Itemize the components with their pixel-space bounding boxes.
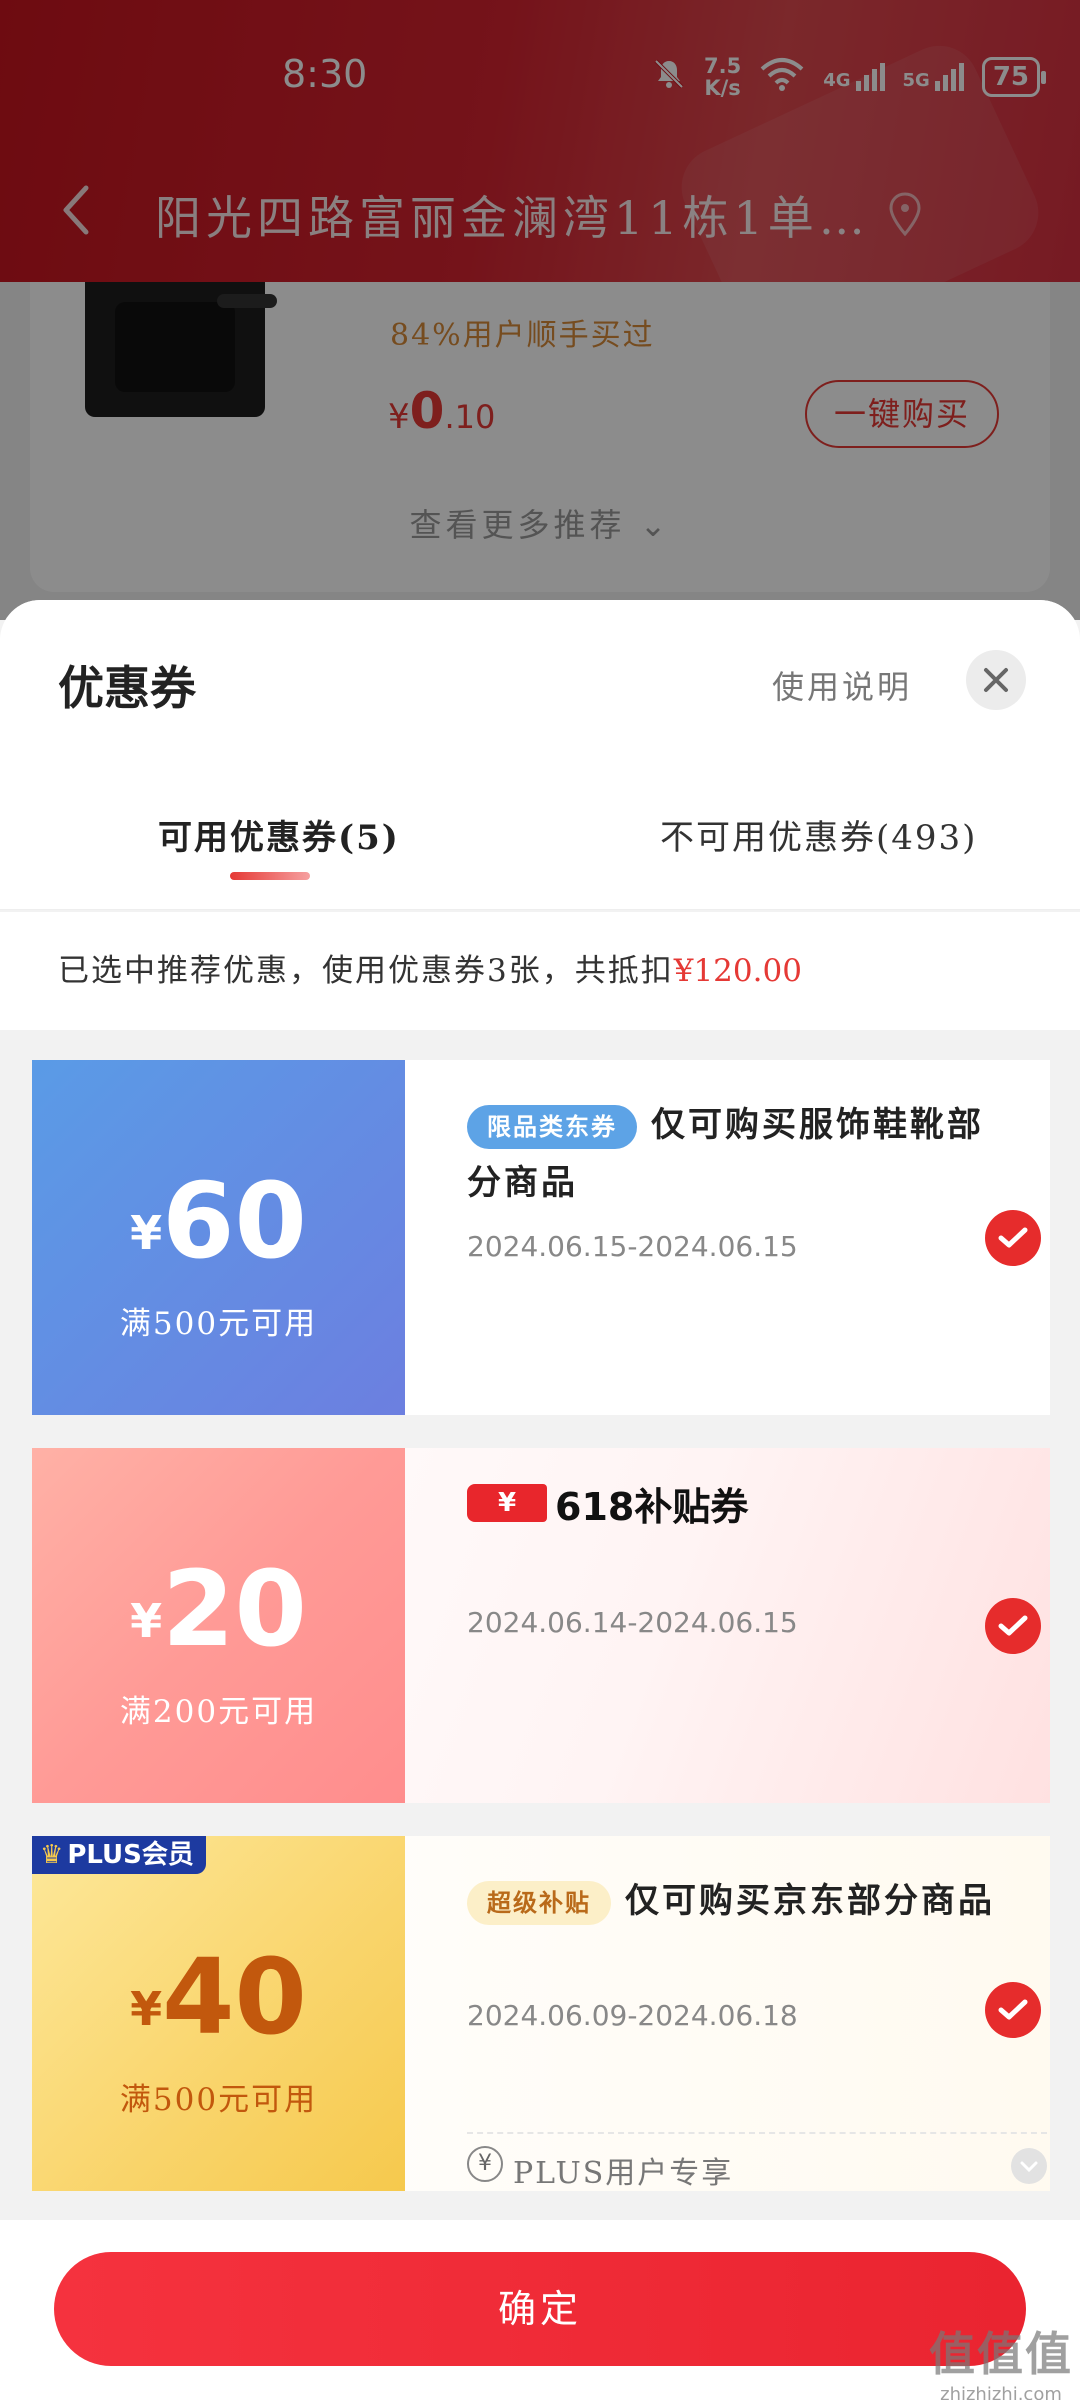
checkmark-icon <box>998 1227 1028 1248</box>
coupon-card[interactable]: ♛ PLUS会员 ¥40 满500元可用 超级补贴 仅可购买京东部分商品 2024.… <box>32 1836 1050 2191</box>
coupon-condition: 满500元可用 <box>119 2082 318 2118</box>
coupon-checkbox[interactable] <box>985 1982 1041 2038</box>
coupon-currency: ¥ <box>130 1206 163 1260</box>
selection-summary: 已选中推荐优惠，使用优惠券3张，共抵扣¥120.00 <box>0 912 1080 1030</box>
watermark: 值值值 zhizhizhi.com <box>926 2318 1076 2400</box>
coupon-value: 20 <box>162 1548 307 1670</box>
yen-badge-icon: ¥ <box>467 1484 547 1522</box>
coupon-amount: ¥20 <box>32 1548 405 1670</box>
crown-icon: ♛ <box>40 1840 64 1870</box>
plus-member-label: PLUS会员 <box>67 1840 194 1870</box>
confirm-button[interactable]: 确定 <box>54 2252 1026 2366</box>
coupon-title: 超级补贴 仅可购买京东部分商品 <box>467 1872 1007 1930</box>
coupon-card[interactable]: ¥60 满500元可用 限品类东券 仅可购买服饰鞋靴部分商品 2024.06.15… <box>32 1060 1050 1415</box>
dim-overlay[interactable] <box>0 0 1080 620</box>
watermark-logo: 值值值 <box>929 2327 1073 2381</box>
coupon-footer: ¥ PLUS用户专享 <box>467 2132 1047 2191</box>
close-button[interactable] <box>966 650 1026 710</box>
checkmark-icon <box>998 1615 1028 1636</box>
sheet-title: 优惠券 <box>58 661 196 715</box>
coupon-dates: 2024.06.15-2024.06.15 <box>467 1230 798 1263</box>
close-icon <box>984 668 1008 692</box>
coupon-amount: ¥40 <box>32 1936 405 2058</box>
plus-member-badge: ♛ PLUS会员 <box>32 1836 206 1874</box>
yen-circle-icon: ¥ <box>467 2146 503 2182</box>
coupon-tag: 超级补贴 <box>467 1881 611 1925</box>
tab-unavailable-coupons[interactable]: 不可用优惠券(493) <box>660 810 977 859</box>
coupon-currency: ¥ <box>130 1982 163 2036</box>
coupon-dates: 2024.06.09-2024.06.18 <box>467 1999 798 2032</box>
coupon-value-panel: ¥20 满200元可用 <box>32 1448 405 1803</box>
coupon-condition: 满500元可用 <box>119 1306 318 1342</box>
coupon-dates: 2024.06.14-2024.06.15 <box>467 1606 798 1639</box>
coupon-sheet: 优惠券 使用说明 可用优惠券(5) 不可用优惠券(493) 已选中推荐优惠，使用… <box>0 600 1080 2400</box>
subsidy-coupon-badge: ¥ 618补贴券 <box>467 1478 749 1529</box>
coupon-title: 限品类东券 仅可购买服饰鞋靴部分商品 <box>467 1096 1007 1212</box>
summary-amount: ¥120.00 <box>673 953 802 989</box>
coupon-card[interactable]: ¥20 满200元可用 ¥ 618补贴券 2024.06.14-2024.06.… <box>32 1448 1050 1803</box>
coupon-value-panel: ¥40 满500元可用 <box>32 1836 405 2191</box>
coupon-value: 60 <box>162 1160 307 1282</box>
coupon-detail: 超级补贴 仅可购买京东部分商品 2024.06.09-2024.06.18 ¥ P… <box>405 1836 1050 2191</box>
watermark-url: zhizhizhi.com <box>940 2384 1062 2400</box>
coupon-value: 40 <box>162 1936 307 2058</box>
bottom-bar: 确定 <box>0 2220 1080 2400</box>
checkmark-icon <box>998 1999 1028 2020</box>
coupon-tag: 限品类东券 <box>467 1105 637 1149</box>
summary-text: 已选中推荐优惠，使用优惠券3张，共抵扣 <box>58 953 674 989</box>
coupon-checkbox[interactable] <box>985 1210 1041 1266</box>
coupon-condition: 满200元可用 <box>119 1694 318 1730</box>
sheet-header: 优惠券 使用说明 可用优惠券(5) 不可用优惠券(493) <box>0 600 1080 910</box>
background-page: 8:30 7.5 K/s 4G 5G 75 阳光四路富丽金澜湾11栋1单… 84… <box>0 0 1080 620</box>
subsidy-coupon-label: 618补贴券 <box>555 1484 749 1529</box>
coupon-currency: ¥ <box>130 1594 163 1648</box>
coupon-value-panel: ¥60 满500元可用 <box>32 1060 405 1415</box>
usage-instructions-link[interactable]: 使用说明 <box>772 662 912 708</box>
coupon-checkbox[interactable] <box>985 1598 1041 1654</box>
active-tab-indicator <box>230 872 310 880</box>
tab-available-coupons[interactable]: 可用优惠券(5) <box>158 810 400 859</box>
coupon-detail: 限品类东券 仅可购买服饰鞋靴部分商品 2024.06.15-2024.06.15 <box>405 1060 1050 1415</box>
expand-chevron-icon[interactable] <box>1011 2148 1047 2184</box>
coupon-detail: ¥ 618补贴券 2024.06.14-2024.06.15 <box>405 1448 1050 1803</box>
coupon-amount: ¥60 <box>32 1160 405 1282</box>
coupon-title-text: 仅可购买京东部分商品 <box>625 1881 995 1921</box>
plus-exclusive-text: PLUS用户专享 <box>513 2156 734 2191</box>
